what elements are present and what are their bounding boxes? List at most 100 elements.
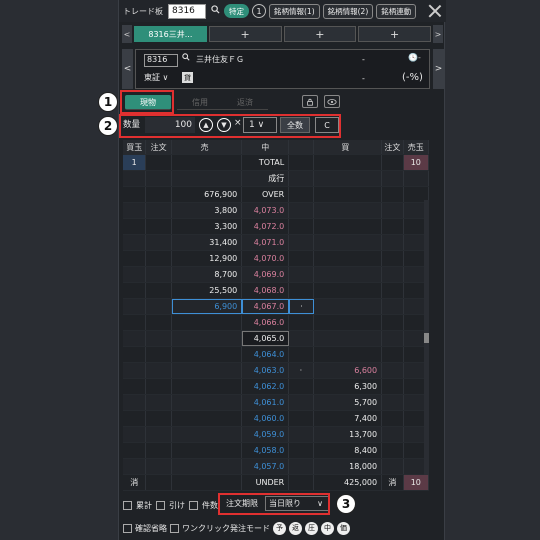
- kakunin-checkbox[interactable]: [123, 523, 132, 533]
- buy-position-cell[interactable]: [123, 411, 147, 426]
- marker-cell[interactable]: [289, 315, 314, 330]
- bid-qty-cell[interactable]: 13,700: [314, 427, 383, 442]
- price-cell[interactable]: 4,064.0: [242, 347, 290, 362]
- oneclick-checkbox[interactable]: [170, 523, 179, 533]
- price-cell[interactable]: 4,060.0: [242, 411, 290, 426]
- buy-position-cell[interactable]: [123, 187, 147, 202]
- search-icon[interactable]: [209, 5, 221, 17]
- board-row[interactable]: 8,700 4,069.0: [123, 267, 430, 283]
- board-row[interactable]: 成行: [123, 171, 430, 187]
- price-cell[interactable]: 4,070.0: [242, 251, 290, 266]
- price-cell[interactable]: TOTAL: [242, 155, 290, 170]
- tab-right-arrow-icon[interactable]: >: [433, 25, 443, 43]
- buy-order-cell[interactable]: [146, 315, 172, 330]
- sell-order-cell[interactable]: [382, 347, 404, 362]
- price-cell[interactable]: 4,073.0: [242, 203, 290, 218]
- marker-cell[interactable]: [289, 411, 314, 426]
- marker-cell[interactable]: [289, 475, 314, 490]
- price-cell[interactable]: 4,066.0: [242, 315, 290, 330]
- sell-order-cell[interactable]: [382, 395, 404, 410]
- tab-left-arrow-icon[interactable]: <: [122, 25, 132, 43]
- buy-position-cell[interactable]: [123, 443, 147, 458]
- asshuku-icon[interactable]: 圧: [305, 521, 318, 535]
- tab-add-1[interactable]: +: [208, 26, 282, 42]
- buy-position-cell[interactable]: [123, 459, 147, 474]
- ask-qty-cell[interactable]: [172, 475, 243, 490]
- buy-position-cell[interactable]: [123, 315, 147, 330]
- board-row[interactable]: 4,059.0 13,700: [123, 427, 430, 443]
- sell-order-cell[interactable]: [382, 283, 404, 298]
- buy-position-cell[interactable]: [123, 203, 147, 218]
- buy-order-cell[interactable]: [146, 187, 172, 202]
- marker-cell[interactable]: [289, 235, 314, 250]
- ask-qty-cell[interactable]: [172, 155, 243, 170]
- bid-qty-cell[interactable]: 425,000: [314, 475, 383, 490]
- buy-position-cell[interactable]: [123, 171, 147, 186]
- board-row[interactable]: 4,064.0: [123, 347, 430, 363]
- marker-cell[interactable]: ·: [289, 299, 314, 314]
- marker-cell[interactable]: [289, 171, 314, 186]
- sell-order-cell[interactable]: [382, 299, 404, 314]
- buy-position-cell[interactable]: [123, 395, 147, 410]
- price-cell[interactable]: 4,061.0: [242, 395, 290, 410]
- price-cell[interactable]: 4,063.0: [242, 363, 290, 378]
- hensai-tab[interactable]: 返済: [222, 95, 268, 110]
- sell-order-cell[interactable]: 消: [382, 475, 404, 490]
- bid-qty-cell[interactable]: [314, 299, 383, 314]
- buy-order-cell[interactable]: [146, 331, 172, 346]
- price-cell[interactable]: 成行: [242, 171, 290, 186]
- board-row[interactable]: 4,063.0 · 6,600: [123, 363, 430, 379]
- sell-order-cell[interactable]: [382, 171, 404, 186]
- ask-qty-cell[interactable]: [172, 427, 243, 442]
- board-row[interactable]: 25,500 4,068.0: [123, 283, 430, 299]
- board-row[interactable]: 4,058.0 8,400: [123, 443, 430, 459]
- sell-order-cell[interactable]: [382, 459, 404, 474]
- ask-qty-cell[interactable]: 676,900: [172, 187, 243, 202]
- board-row[interactable]: 6,900 4,067.0 ·: [123, 299, 429, 315]
- buy-order-cell[interactable]: [146, 203, 172, 218]
- price-cell[interactable]: 4,065.0: [242, 331, 290, 346]
- ask-qty-cell[interactable]: [172, 395, 243, 410]
- bid-qty-cell[interactable]: [314, 267, 383, 282]
- sell-order-cell[interactable]: [382, 443, 404, 458]
- price-cell[interactable]: 4,062.0: [242, 379, 290, 394]
- kensu-checkbox[interactable]: [189, 500, 198, 510]
- buy-order-cell[interactable]: [146, 475, 172, 490]
- buy-order-cell[interactable]: [146, 251, 172, 266]
- ruikei-checkbox[interactable]: [123, 500, 132, 510]
- chuuou-icon[interactable]: 中: [321, 521, 334, 535]
- buy-order-cell[interactable]: [146, 235, 172, 250]
- ask-qty-cell[interactable]: 12,900: [172, 251, 243, 266]
- bid-qty-cell[interactable]: [314, 315, 383, 330]
- board-row[interactable]: 3,800 4,073.0: [123, 203, 430, 219]
- sell-order-cell[interactable]: [382, 379, 404, 394]
- marker-cell[interactable]: [289, 187, 314, 202]
- buy-position-cell[interactable]: [123, 379, 147, 394]
- account-number[interactable]: 1: [252, 4, 266, 18]
- bid-qty-cell[interactable]: [314, 331, 383, 346]
- tab-add-3[interactable]: +: [358, 26, 431, 42]
- stock-search-icon[interactable]: [182, 53, 190, 64]
- board-row[interactable]: 676,900 OVER: [123, 187, 430, 203]
- kakaku-icon[interactable]: 価: [337, 521, 350, 535]
- board-row[interactable]: 4,061.0 5,700: [123, 395, 430, 411]
- buy-position-cell[interactable]: 1: [123, 155, 147, 170]
- buy-order-cell[interactable]: [146, 427, 172, 442]
- market-select[interactable]: 東証 ∨: [144, 72, 168, 83]
- buy-position-cell[interactable]: [123, 363, 147, 378]
- marker-cell[interactable]: [289, 347, 314, 362]
- ask-qty-cell[interactable]: [172, 315, 243, 330]
- ask-qty-cell[interactable]: 3,300: [172, 219, 243, 234]
- sell-order-cell[interactable]: [382, 219, 404, 234]
- board-row[interactable]: 4,062.0 6,300: [123, 379, 430, 395]
- buy-position-cell[interactable]: [123, 251, 147, 266]
- bid-qty-cell[interactable]: 7,400: [314, 411, 383, 426]
- sell-order-cell[interactable]: [382, 187, 404, 202]
- tokutei-account-badge[interactable]: 特定: [224, 4, 249, 18]
- sell-order-cell[interactable]: [382, 427, 404, 442]
- sell-order-cell[interactable]: [382, 363, 404, 378]
- marker-cell[interactable]: ·: [289, 363, 314, 378]
- buy-order-cell[interactable]: [146, 219, 172, 234]
- bid-qty-cell[interactable]: [314, 155, 383, 170]
- ask-qty-cell[interactable]: 31,400: [172, 235, 243, 250]
